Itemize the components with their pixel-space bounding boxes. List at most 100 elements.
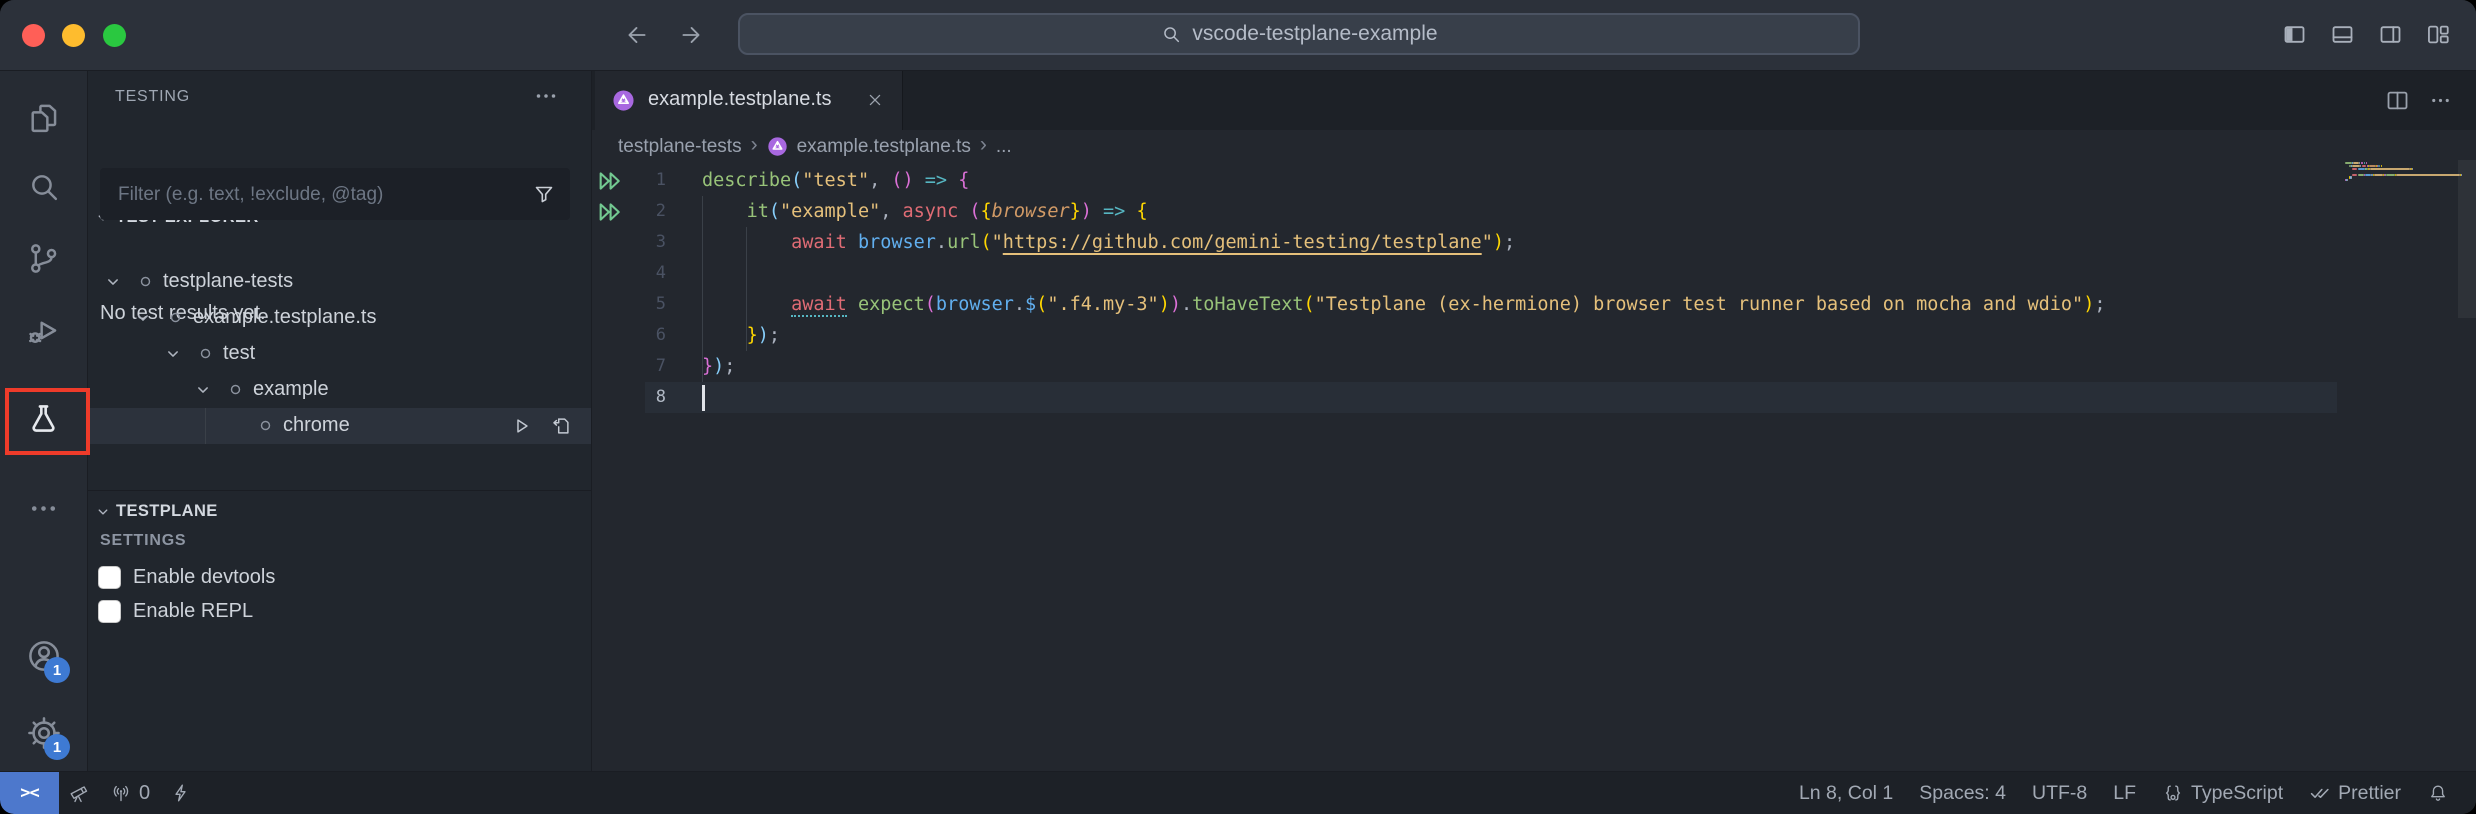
- close-icon[interactable]: [865, 90, 885, 110]
- line-number: 1: [592, 165, 666, 196]
- breadcrumb-separator: ›: [980, 133, 987, 157]
- bell-icon: [2427, 782, 2449, 804]
- breadcrumb-item[interactable]: testplane-tests: [618, 136, 742, 158]
- toggle-secondary-sidebar-icon[interactable]: [2377, 21, 2404, 48]
- chevron-down-icon[interactable]: [193, 380, 213, 400]
- code-line-1[interactable]: 1 describe("test", () => {: [592, 165, 2476, 196]
- status-item-cursor-position[interactable]: Ln 8, Col 1: [1799, 782, 1893, 805]
- line-number: 8: [592, 382, 666, 413]
- status-item-indentation[interactable]: Spaces: 4: [1919, 782, 2006, 805]
- text-cursor: [702, 385, 705, 411]
- status-item-label: Ln 8, Col 1: [1799, 782, 1893, 805]
- breadcrumb-item[interactable]: ...: [996, 136, 1012, 158]
- window-close-button[interactable]: [22, 24, 45, 47]
- chevron-down-icon[interactable]: [133, 308, 153, 328]
- code-line-6[interactable]: 6 });: [592, 320, 2476, 351]
- tree-item-label: test: [223, 342, 255, 365]
- status-item-label: UTF-8: [2032, 782, 2087, 805]
- test-filter-input[interactable]: [116, 168, 520, 222]
- status-item-notifications[interactable]: [2427, 782, 2449, 804]
- toggle-primary-sidebar-icon[interactable]: [2281, 21, 2308, 48]
- code-text: await browser.url("https://github.com/ge…: [702, 227, 1515, 258]
- code-line-4[interactable]: 4: [592, 258, 2476, 289]
- zap-icon: [170, 782, 192, 804]
- status-item-ports[interactable]: 0: [110, 782, 150, 805]
- tree-item-test[interactable]: test: [88, 336, 591, 372]
- go-to-test-icon[interactable]: [550, 415, 572, 437]
- tree-item-testplane-tests[interactable]: testplane-tests: [88, 264, 591, 300]
- breadcrumb: testplane-tests › example.testplane.ts ›...: [592, 130, 2476, 163]
- status-item-label: Spaces: 4: [1919, 782, 2006, 805]
- activity-item-settings-icon[interactable]: 1: [0, 703, 87, 763]
- breadcrumb-separator: ›: [751, 133, 758, 157]
- command-center-text: vscode-testplane-example: [1192, 22, 1437, 46]
- code-line-2[interactable]: 2 it("example", async ({browser}) => {: [592, 196, 2476, 227]
- window-zoom-button[interactable]: [103, 24, 126, 47]
- run-test-icon[interactable]: [510, 415, 532, 437]
- navigate-forward-icon[interactable]: [678, 22, 704, 48]
- split-editor-icon[interactable]: [2384, 87, 2411, 114]
- status-item-encoding[interactable]: UTF-8: [2032, 782, 2087, 805]
- customize-layout-icon[interactable]: [2425, 21, 2452, 48]
- navigate-back-icon[interactable]: [624, 22, 650, 48]
- status-item-formatter[interactable]: Prettier: [2309, 782, 2401, 805]
- line-number: 3: [592, 227, 666, 258]
- line-number: 7: [592, 351, 666, 382]
- tree-item-example-testplane-ts[interactable]: example.testplane.ts: [88, 300, 591, 336]
- toggle-panel-icon[interactable]: [2329, 21, 2356, 48]
- chevron-down-icon: [94, 503, 112, 521]
- setting-row: Enable REPL: [88, 598, 591, 628]
- code-text: describe("test", () => {: [702, 165, 969, 196]
- activity-item-accounts-icon[interactable]: 1: [0, 626, 87, 686]
- chevron-down-icon[interactable]: [103, 272, 123, 292]
- indent-guide: [205, 408, 206, 444]
- search-icon: [1160, 23, 1182, 45]
- command-center[interactable]: vscode-testplane-example: [738, 13, 1860, 55]
- setting-row: Enable devtools: [88, 564, 591, 594]
- status-item-label: TypeScript: [2191, 782, 2283, 805]
- testplane-logo-icon: [767, 136, 788, 157]
- remote-indicator[interactable]: ><: [0, 772, 59, 814]
- filter-icon[interactable]: [532, 182, 556, 206]
- code-line-7[interactable]: 7});: [592, 351, 2476, 382]
- badge: 1: [44, 734, 70, 760]
- checkbox-enable-repl[interactable]: [98, 600, 121, 623]
- settings-label: SETTINGS: [100, 532, 186, 550]
- minimap[interactable]: [2345, 162, 2465, 185]
- titlebar: vscode-testplane-example: [0, 0, 2476, 71]
- activity-item-source-control-icon[interactable]: [0, 228, 87, 288]
- views-more-actions-icon[interactable]: [531, 81, 561, 111]
- checkbox-enable-devtools[interactable]: [98, 566, 121, 589]
- tree-item-chrome[interactable]: chrome: [88, 408, 591, 444]
- activity-item-explorer-icon[interactable]: [0, 88, 87, 148]
- status-item-power[interactable]: [170, 782, 192, 804]
- editor-tab-bar: example.testplane.ts: [592, 71, 2476, 130]
- activity-item-search-icon[interactable]: [0, 156, 87, 216]
- section-testplane[interactable]: TESTPLANE: [88, 495, 591, 528]
- braces-icon: [2162, 782, 2184, 804]
- breadcrumb-item[interactable]: example.testplane.ts: [797, 136, 971, 158]
- badge: 1: [44, 657, 70, 683]
- code-line-3[interactable]: 3 await browser.url("https://github.com/…: [592, 227, 2476, 258]
- status-item-label: Prettier: [2338, 782, 2401, 805]
- checkbox-label: Enable REPL: [133, 600, 253, 623]
- window-minimize-button[interactable]: [62, 24, 85, 47]
- status-item-language-mode[interactable]: TypeScript: [2162, 782, 2283, 805]
- sidebar-title: TESTING: [115, 88, 190, 106]
- editor-scrollbar[interactable]: [2458, 160, 2476, 318]
- test-item-icon: [228, 382, 243, 397]
- tree-item-example[interactable]: example: [88, 372, 591, 408]
- activity-item-run-and-debug-icon[interactable]: [0, 300, 87, 360]
- code-line-5[interactable]: 5 await expect(browser.$(".f4.my-3")).to…: [592, 289, 2476, 320]
- line-number: 5: [592, 289, 666, 320]
- code-text: });: [702, 320, 780, 351]
- chevron-down-icon[interactable]: [163, 344, 183, 364]
- tab-example-testplane-ts[interactable]: example.testplane.ts: [595, 71, 903, 130]
- editor-more-actions-icon[interactable]: [2427, 87, 2454, 114]
- sidebar-pane-title: TESTING: [88, 71, 591, 129]
- activity-item-additional-views-icon[interactable]: [0, 478, 87, 538]
- code-line-8[interactable]: 8: [592, 382, 2476, 413]
- line-number: 4: [592, 258, 666, 289]
- status-item-feedback-telescope[interactable]: [68, 782, 90, 804]
- status-item-eol[interactable]: LF: [2113, 782, 2136, 805]
